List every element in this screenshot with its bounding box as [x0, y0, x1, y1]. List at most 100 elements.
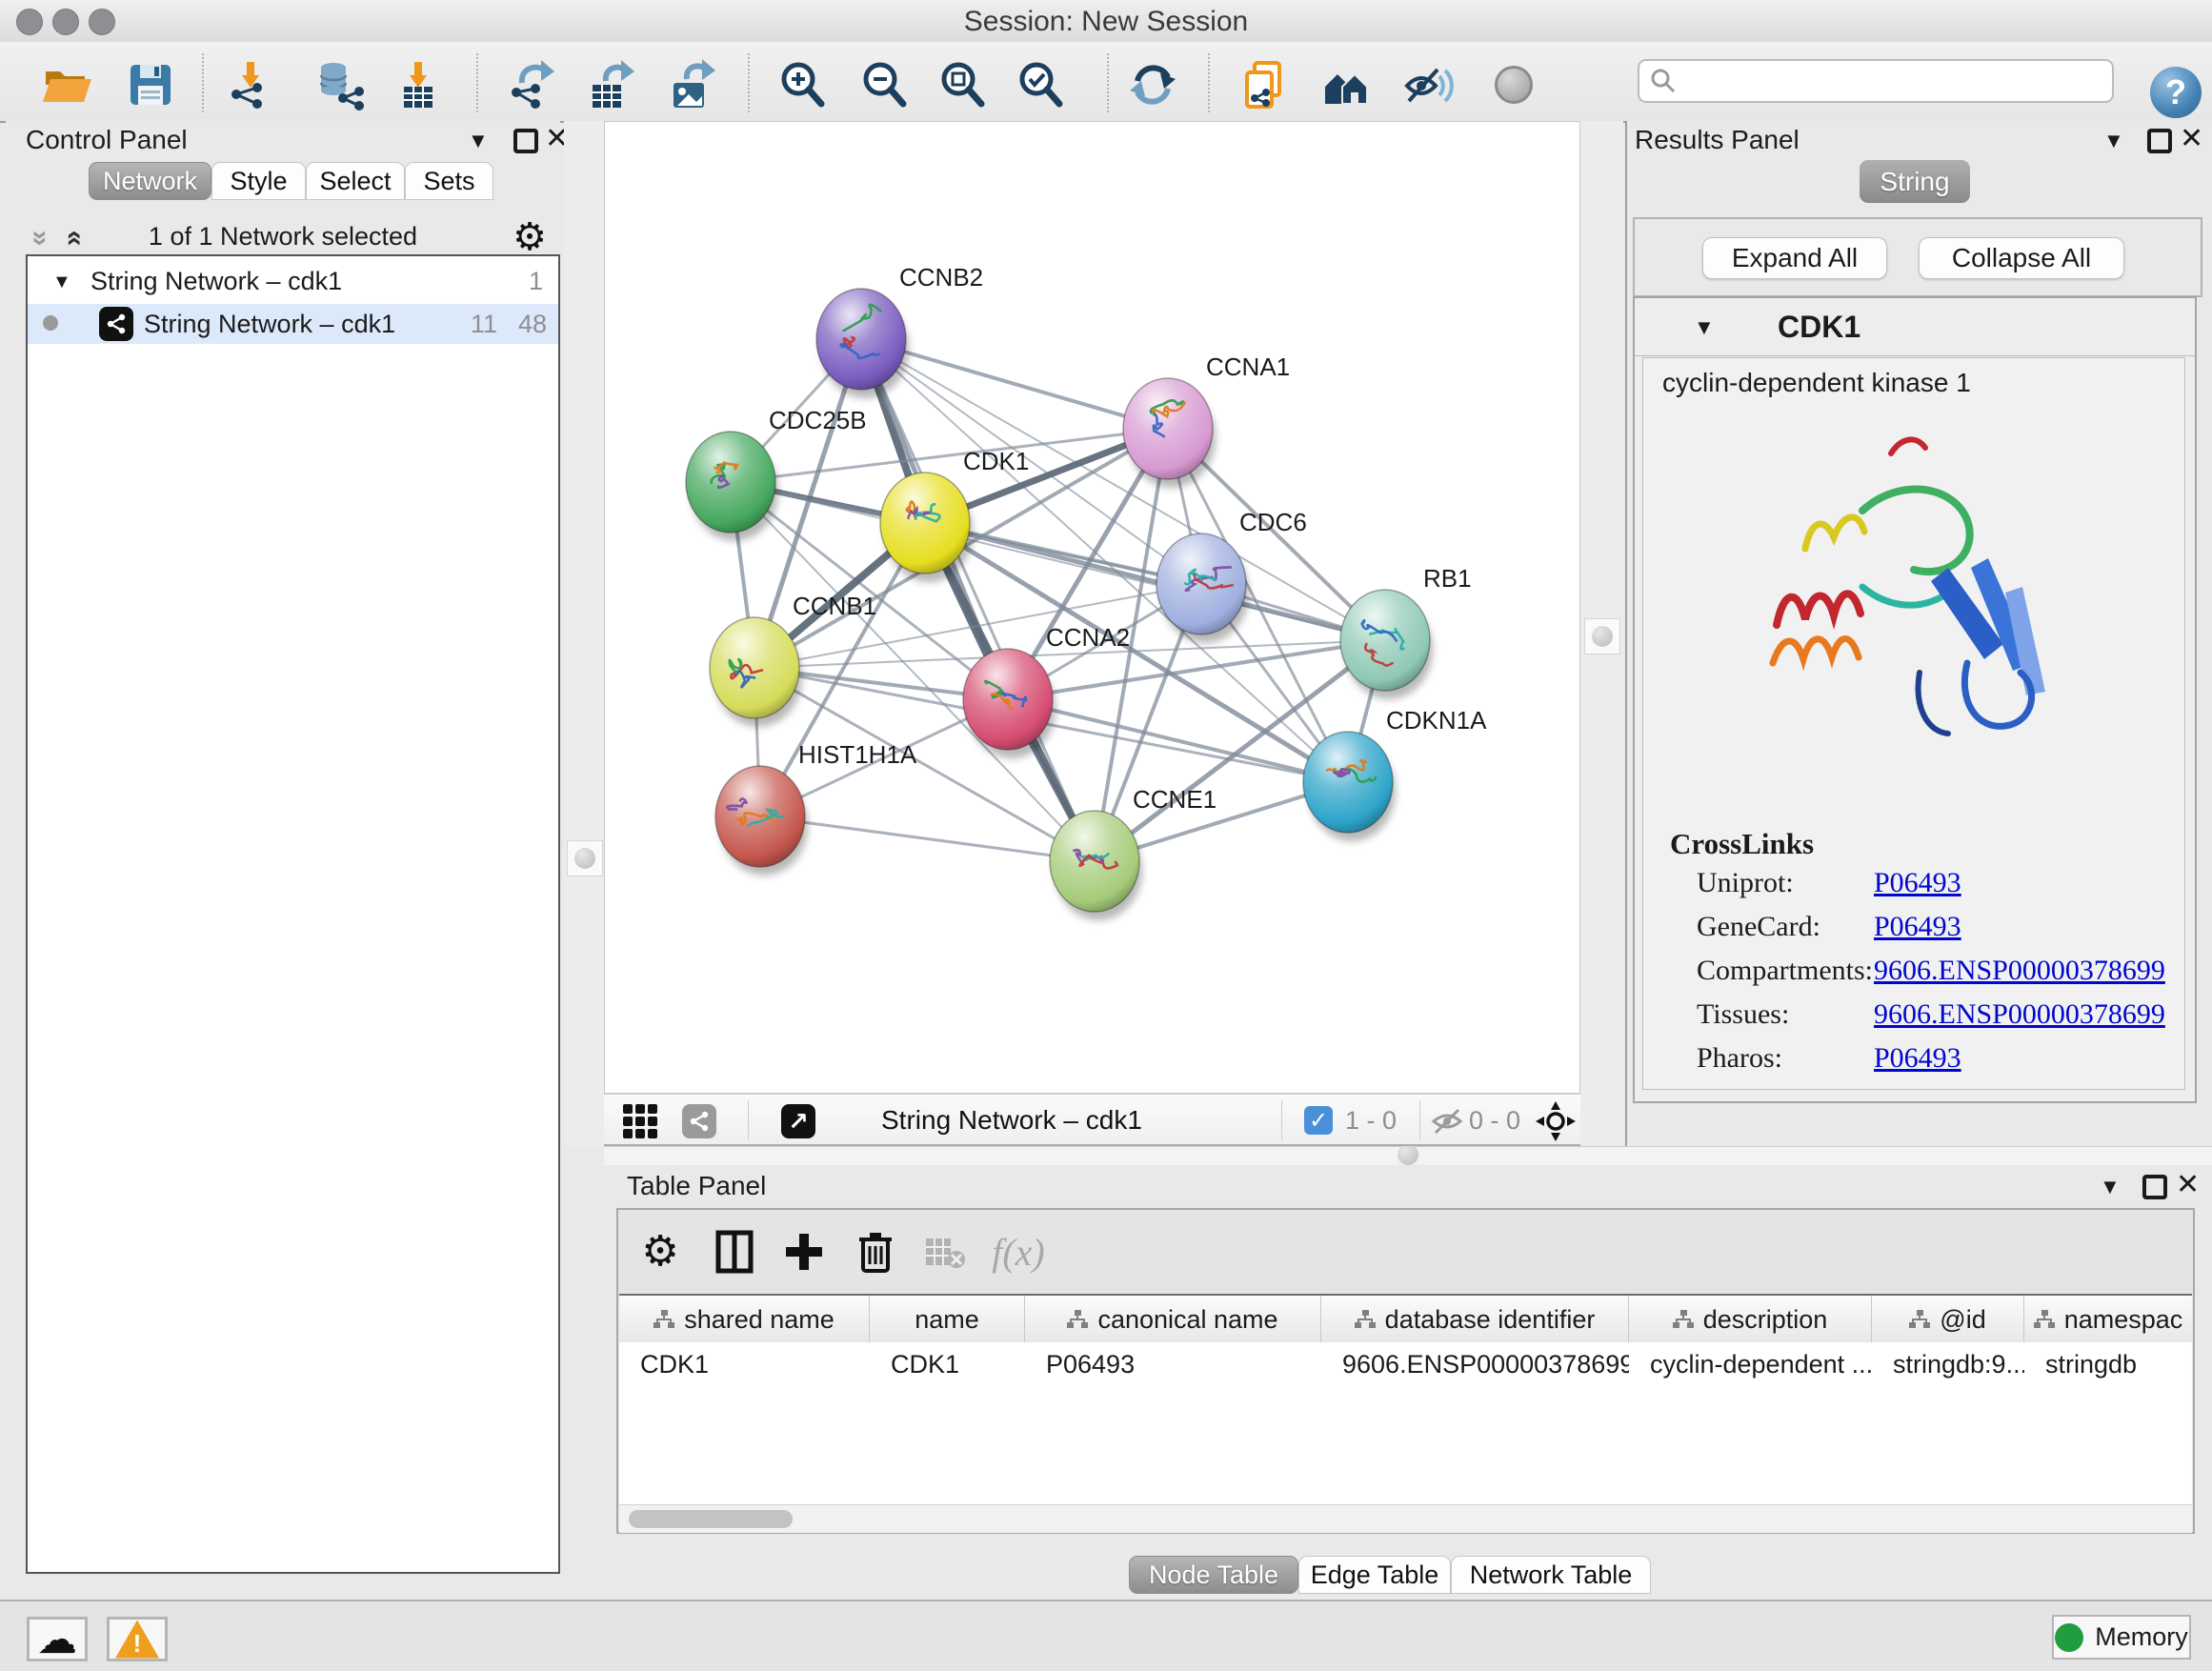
control-panel-collapse-icon[interactable]: ▼: [468, 129, 489, 153]
crosslink-tissues-link[interactable]: 9606.ENSP00000378699: [1874, 998, 2165, 1031]
cell-canonical-name[interactable]: P06493: [1025, 1350, 1321, 1379]
table-panel-float-icon[interactable]: [2142, 1175, 2167, 1199]
warnings-button[interactable]: !: [107, 1617, 168, 1661]
show-columns-button[interactable]: [706, 1223, 763, 1280]
show-all-button[interactable]: [1483, 54, 1544, 115]
export-image-button[interactable]: [662, 54, 723, 115]
annotation-mode-button[interactable]: [1234, 54, 1295, 115]
results-panel-float-icon[interactable]: [2147, 129, 2172, 153]
table-panel-close-icon[interactable]: ✕: [2176, 1168, 2200, 1201]
zoom-in-button[interactable]: [772, 54, 833, 115]
search-box[interactable]: [1638, 59, 2114, 103]
node-CCNB2[interactable]: [816, 289, 906, 390]
create-column-button[interactable]: [775, 1223, 833, 1280]
save-session-button[interactable]: [120, 54, 181, 115]
crosslink-uniprot-link[interactable]: P06493: [1874, 867, 1961, 899]
crosslink-compartments-link[interactable]: 9606.ENSP00000378699: [1874, 955, 2165, 987]
delete-table-button-disabled: [916, 1223, 974, 1280]
cell-database-identifier[interactable]: 9606.ENSP00000378699: [1321, 1350, 1629, 1379]
column-header-name[interactable]: name: [870, 1296, 1025, 1343]
horizontal-splitter[interactable]: [604, 1146, 2212, 1166]
network-canvas[interactable]: CCNB2CCNA1CDC25BCDK1CDC6RB1CCNB1CCNA2CDK…: [604, 121, 1580, 1094]
node-CDC25B[interactable]: [686, 432, 775, 533]
cell-shared-name[interactable]: CDK1: [619, 1350, 870, 1379]
control-panel-float-icon[interactable]: [513, 129, 538, 153]
column-header-id[interactable]: @id: [1872, 1296, 2024, 1343]
edge-CCNB2-CCNE1[interactable]: [861, 339, 1095, 861]
cell-description[interactable]: cyclin-dependent ...: [1629, 1350, 1872, 1379]
column-header-canonical-name[interactable]: canonical name: [1025, 1296, 1321, 1343]
results-panel-collapse-icon[interactable]: ▼: [2103, 129, 2124, 153]
results-panel-close-icon[interactable]: ✕: [2180, 122, 2203, 155]
expand-all-button[interactable]: Expand All: [1702, 237, 1887, 279]
import-network-from-database-button[interactable]: [311, 54, 372, 115]
network-share-view-icon[interactable]: [679, 1101, 719, 1141]
export-network-button[interactable]: [501, 54, 562, 115]
search-input[interactable]: [1678, 66, 2112, 97]
tab-network[interactable]: Network: [89, 162, 211, 200]
grid-view-icon[interactable]: [620, 1101, 660, 1141]
cloud-button[interactable]: ☁: [27, 1617, 88, 1661]
gene-section-header[interactable]: ▼ CDK1: [1635, 298, 2195, 356]
tab-string[interactable]: String: [1860, 160, 1970, 203]
right-splitter[interactable]: [1580, 121, 1623, 1146]
first-neighbors-button[interactable]: [1316, 54, 1377, 115]
table-options-gear-icon[interactable]: ⚙: [632, 1223, 689, 1280]
tab-select[interactable]: Select: [306, 162, 405, 200]
column-header-description[interactable]: description: [1629, 1296, 1872, 1343]
table-row[interactable]: CDK1 CDK1 P06493 9606.ENSP00000378699 cy…: [619, 1342, 2192, 1386]
tab-network-table[interactable]: Network Table: [1451, 1556, 1651, 1594]
fit-content-crosshair-icon[interactable]: [1536, 1101, 1576, 1141]
cell-name[interactable]: CDK1: [870, 1350, 1025, 1379]
zoom-fit-button[interactable]: [932, 54, 993, 115]
tab-style[interactable]: Style: [211, 162, 306, 200]
import-network-button[interactable]: [219, 54, 280, 115]
network-row-selected[interactable]: String Network – cdk1 11 48: [28, 304, 558, 344]
node-CCNB1[interactable]: [710, 617, 799, 718]
column-header-database-identifier[interactable]: database identifier: [1321, 1296, 1629, 1343]
memory-button[interactable]: Memory: [2052, 1615, 2191, 1660]
scrollbar-thumb[interactable]: [629, 1510, 793, 1528]
right-splitter-handle[interactable]: [1584, 618, 1620, 654]
node-CDKN1A[interactable]: [1303, 732, 1393, 833]
zoom-selected-button[interactable]: [1010, 54, 1071, 115]
table-panel-collapse-icon[interactable]: ▼: [2100, 1175, 2121, 1199]
network-options-gear-icon[interactable]: ⚙: [513, 218, 547, 256]
hide-selected-button[interactable]: [1398, 54, 1458, 115]
crosslink-genecard-link[interactable]: P06493: [1874, 911, 1961, 943]
node-label-CDKN1A: CDKN1A: [1386, 706, 1487, 735]
edge-HIST1H1A-CCNE1[interactable]: [760, 816, 1095, 861]
network-graph[interactable]: CCNB2CCNA1CDC25BCDK1CDC6RB1CCNB1CCNA2CDK…: [605, 122, 1579, 1093]
delete-column-button[interactable]: [847, 1223, 904, 1280]
node-RB1[interactable]: [1340, 590, 1430, 691]
tab-edge-table[interactable]: Edge Table: [1298, 1556, 1451, 1594]
table-horizontal-scrollbar[interactable]: [619, 1504, 2192, 1533]
crosslink-pharos-link[interactable]: P06493: [1874, 1042, 1961, 1075]
export-table-button[interactable]: [581, 54, 642, 115]
cell-id[interactable]: stringdb:9...: [1872, 1350, 2024, 1379]
left-splitter[interactable]: [564, 121, 604, 1146]
zoom-out-button[interactable]: [854, 54, 915, 115]
hidden-eye-icon[interactable]: [1427, 1101, 1467, 1141]
refresh-button[interactable]: [1122, 54, 1183, 115]
birdseye-view-icon[interactable]: ↗: [778, 1101, 818, 1141]
tab-sets[interactable]: Sets: [405, 162, 493, 200]
column-header-shared-name[interactable]: shared name: [619, 1296, 870, 1343]
toolbar-separator: [748, 53, 750, 112]
cell-namespace[interactable]: stringdb: [2024, 1350, 2192, 1379]
tab-node-table[interactable]: Node Table: [1129, 1556, 1298, 1594]
gene-details: cyclin-dependent kinase 1 CrossLinks Uni…: [1642, 357, 2185, 1090]
help-button[interactable]: ?: [2150, 67, 2202, 118]
collapse-all-button[interactable]: Collapse All: [1919, 237, 2124, 279]
left-splitter-handle[interactable]: [567, 840, 603, 876]
network-collection-row[interactable]: ▼ String Network – cdk1 1: [28, 264, 558, 302]
section-collapse-caret-icon[interactable]: ▼: [1694, 315, 1715, 340]
open-session-button[interactable]: [36, 54, 97, 115]
node-CCNA1[interactable]: [1123, 378, 1213, 479]
tree-collapse-caret-icon[interactable]: ▼: [52, 272, 71, 293]
selected-checkbox-icon[interactable]: ✓: [1304, 1106, 1333, 1135]
column-header-namespace[interactable]: namespac: [2024, 1296, 2192, 1343]
import-table-button[interactable]: [387, 54, 448, 115]
network-selected-status: 1 of 1 Network selected: [6, 222, 560, 252]
node-CDK1[interactable]: [880, 473, 970, 574]
